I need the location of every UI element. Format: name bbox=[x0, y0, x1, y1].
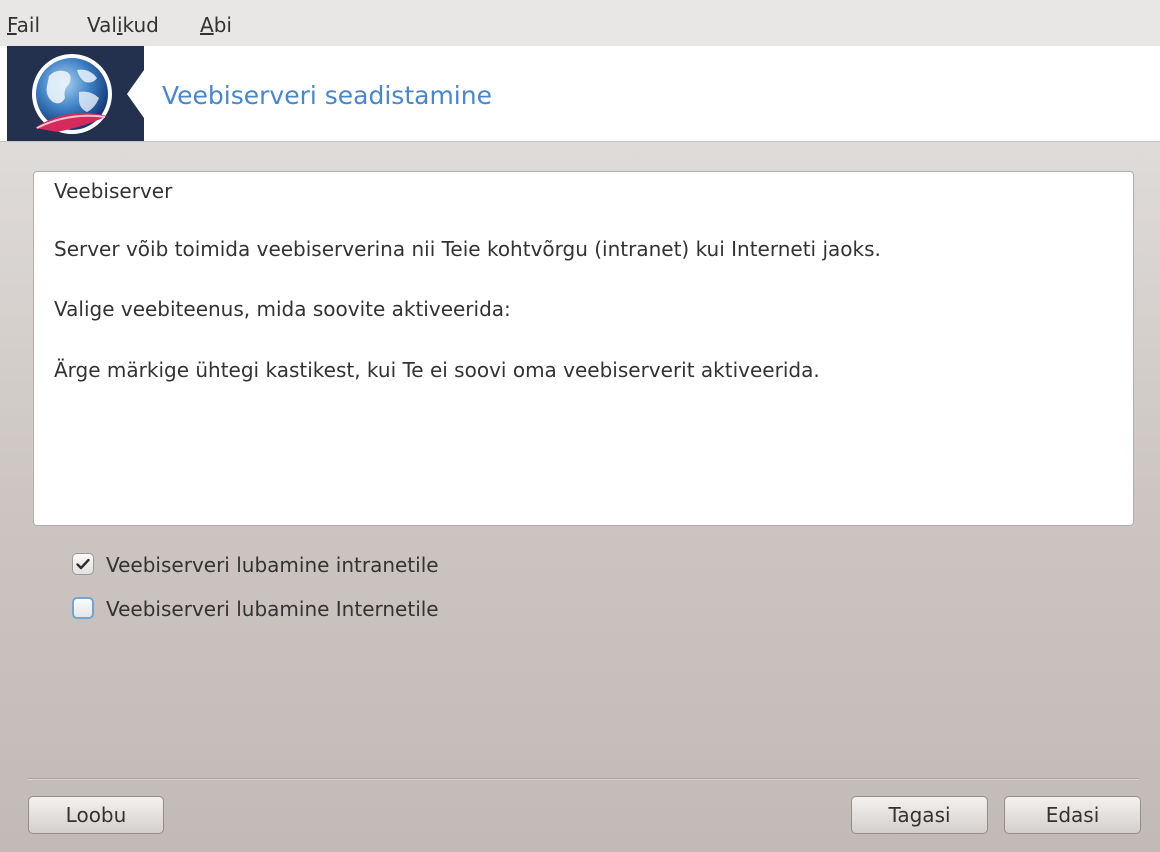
cancel-button[interactable]: Loobu bbox=[28, 796, 164, 834]
panel-text-line: Server võib toimida veebiserverina nii T… bbox=[54, 237, 881, 261]
menu-options-after: kud bbox=[122, 13, 159, 37]
internet-checkbox[interactable] bbox=[72, 597, 94, 619]
banner-icon-box bbox=[7, 46, 144, 141]
page-title: Veebiserveri seadistamine bbox=[162, 81, 492, 110]
next-button[interactable]: Edasi bbox=[1004, 796, 1141, 834]
description-panel: Veebiserver Server võib toimida veebiser… bbox=[33, 171, 1134, 526]
checkmark-icon bbox=[76, 558, 90, 570]
menu-help[interactable]: Abi bbox=[200, 13, 232, 37]
menu-options-before: Val bbox=[87, 13, 117, 37]
menu-bar: Fail Valikud Abi bbox=[0, 0, 1160, 46]
web-globe-feather-icon bbox=[32, 54, 144, 134]
menu-file-mnemonic: F bbox=[7, 13, 17, 37]
back-button[interactable]: Tagasi bbox=[851, 796, 988, 834]
menu-help-mnemonic: A bbox=[200, 13, 214, 37]
intranet-checkbox-label[interactable]: Veebiserveri lubamine intranetile bbox=[106, 552, 439, 578]
menu-help-rest: bi bbox=[213, 13, 232, 37]
panel-text-line: Valige veebiteenus, mida soovite aktivee… bbox=[54, 297, 511, 321]
footer-separator bbox=[28, 778, 1138, 780]
header-banner: Veebiserveri seadistamine bbox=[0, 46, 1160, 142]
menu-options[interactable]: Valikud bbox=[87, 13, 159, 37]
panel-heading: Veebiserver bbox=[54, 179, 173, 203]
intranet-checkbox[interactable] bbox=[72, 553, 94, 575]
menu-file-rest: ail bbox=[16, 13, 41, 37]
internet-checkbox-label[interactable]: Veebiserveri lubamine Internetile bbox=[106, 596, 439, 622]
menu-file[interactable]: Fail bbox=[7, 13, 40, 37]
panel-text-line: Ärge märkige ühtegi kastikest, kui Te ei… bbox=[54, 358, 820, 382]
